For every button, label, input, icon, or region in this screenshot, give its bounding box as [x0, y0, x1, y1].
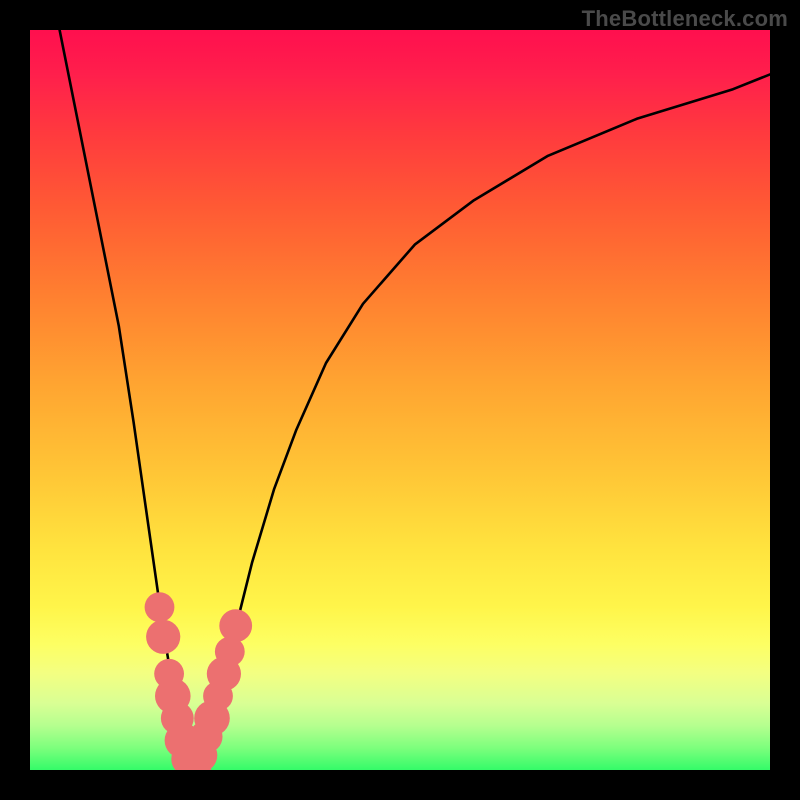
bottleneck-curve	[60, 30, 770, 770]
plot-area	[30, 30, 770, 770]
chart-svg	[30, 30, 770, 770]
curve-layer	[60, 30, 770, 770]
markers-layer	[145, 592, 253, 770]
data-marker	[146, 620, 180, 654]
watermark-text: TheBottleneck.com	[582, 6, 788, 32]
data-marker	[145, 592, 175, 622]
data-marker	[219, 609, 252, 642]
chart-frame: TheBottleneck.com	[0, 0, 800, 800]
